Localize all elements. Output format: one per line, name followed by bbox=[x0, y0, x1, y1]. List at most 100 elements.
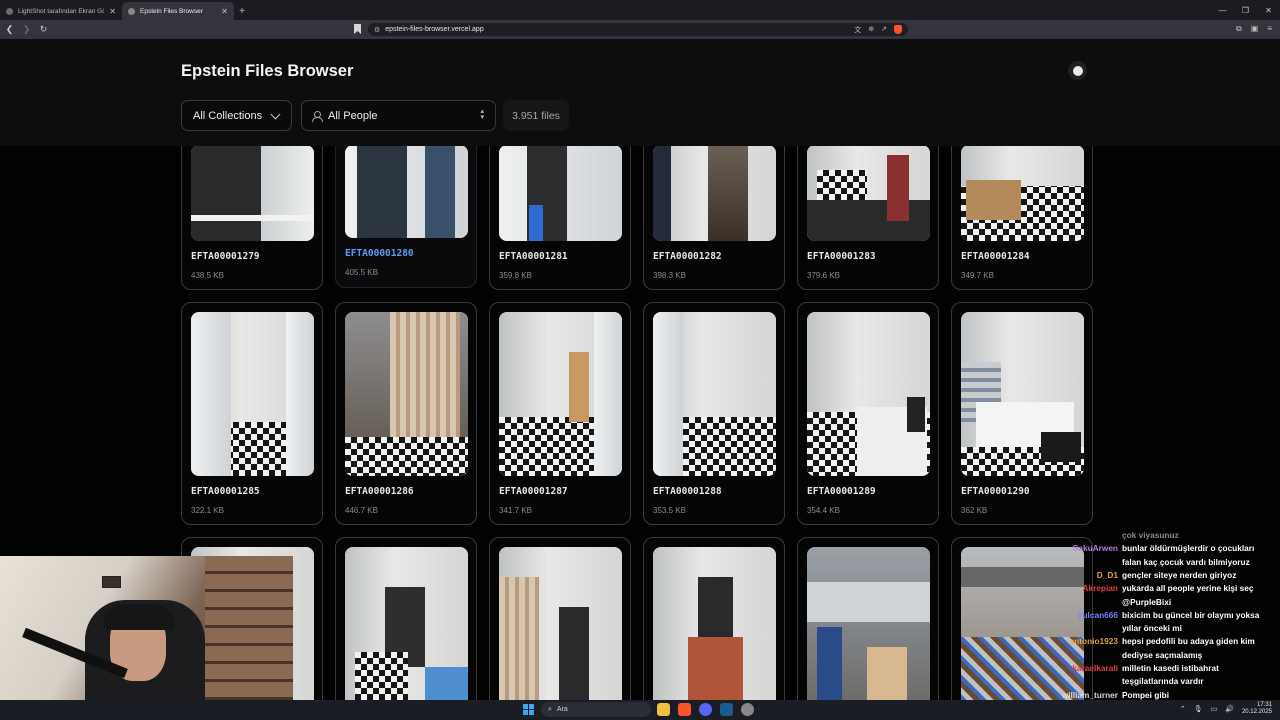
windows-start-icon[interactable] bbox=[523, 704, 534, 715]
chat-message: @PurpleBixi bbox=[1118, 597, 1280, 607]
brave-browser-icon[interactable] bbox=[678, 703, 691, 716]
bookmark-icon[interactable] bbox=[354, 24, 361, 34]
file-card[interactable] bbox=[643, 537, 785, 700]
tab-lightshot[interactable]: LightShot tarafından Ekran Görüntü ✕ bbox=[0, 2, 122, 20]
reload-icon[interactable]: ↻ bbox=[36, 22, 51, 37]
restore-icon[interactable]: ❐ bbox=[1234, 0, 1257, 20]
chat-text: yukarda all people yerine kişi seç bbox=[1122, 583, 1254, 594]
window-controls: — ❐ ✕ bbox=[1211, 0, 1280, 20]
tray-chevron-icon[interactable]: ⌃ bbox=[1180, 705, 1186, 713]
file-card[interactable]: EFTA00001288 353.5 KB bbox=[643, 302, 785, 525]
streamer-cap bbox=[103, 604, 175, 630]
file-size: 362 KB bbox=[961, 506, 988, 515]
menu-icon[interactable]: ≡ bbox=[1267, 24, 1272, 34]
file-size: 359.8 KB bbox=[499, 271, 532, 280]
tab-title: LightShot tarafından Ekran Görüntü bbox=[18, 7, 105, 15]
close-window-icon[interactable]: ✕ bbox=[1257, 0, 1280, 20]
file-thumbnail bbox=[807, 312, 930, 476]
chat-username: william_turner bbox=[1061, 689, 1118, 700]
chat-message: Akrepian yukarda all people yerine kişi s… bbox=[1082, 583, 1280, 593]
file-card[interactable] bbox=[335, 537, 477, 700]
file-thumbnail bbox=[499, 312, 622, 476]
mic-icon[interactable]: 🎙 bbox=[1194, 705, 1203, 713]
chat-text: hepsi pedofili bu adaya giden kim bbox=[1122, 636, 1255, 647]
file-count-badge: 3.951 files bbox=[503, 100, 569, 131]
taskbar-search[interactable]: ⌕ Ara bbox=[541, 702, 651, 717]
file-size: 354.4 KB bbox=[807, 506, 840, 515]
share-icon[interactable]: ↗ bbox=[881, 25, 887, 35]
chat-message: antonio1923 hepsi pedofili bu adaya giden… bbox=[1070, 636, 1280, 646]
tab-epstein-files[interactable]: Epstein Files Browser ✕ bbox=[122, 2, 234, 20]
translate-icon[interactable]: 文 bbox=[854, 25, 861, 35]
site-settings-icon[interactable]: ⚙ bbox=[374, 26, 380, 34]
file-size: 353.5 KB bbox=[653, 506, 686, 515]
steam-icon[interactable] bbox=[720, 703, 733, 716]
volume-icon[interactable]: 🔊 bbox=[1225, 705, 1234, 713]
bookshelf bbox=[205, 556, 293, 700]
address-bar[interactable]: ⚙ epstein-files-browser.vercel.app 文 ⊕ ↗ bbox=[368, 23, 908, 36]
file-card[interactable]: EFTA00001286 446.7 KB bbox=[335, 302, 477, 525]
file-explorer-icon[interactable] bbox=[657, 703, 670, 716]
file-thumbnail bbox=[961, 145, 1084, 241]
chat-message: teşgilatlarında vardır bbox=[1118, 676, 1280, 686]
search-icon: ⌕ bbox=[548, 705, 552, 713]
chat-username: antonio1923 bbox=[1069, 636, 1118, 647]
back-icon[interactable]: ❮ bbox=[2, 22, 17, 37]
chevron-down-icon bbox=[270, 109, 281, 120]
chat-username: Akrepian bbox=[1082, 583, 1118, 594]
obs-icon[interactable] bbox=[741, 703, 754, 716]
file-thumbnail bbox=[345, 547, 468, 700]
webcam-overlay bbox=[0, 556, 293, 700]
file-card[interactable]: EFTA00001287 341.7 KB bbox=[489, 302, 631, 525]
close-icon[interactable]: ✕ bbox=[109, 7, 116, 16]
extensions-icon[interactable]: ⧉ bbox=[1236, 24, 1242, 34]
wall-picture bbox=[102, 576, 121, 588]
collections-select-value: All Collections bbox=[193, 109, 263, 122]
browser-toolbar: ❮ ❯ ↻ ⚙ epstein-files-browser.vercel.app… bbox=[0, 20, 1280, 39]
file-card[interactable]: EFTA00001290 362 KB bbox=[951, 302, 1093, 525]
zoom-icon[interactable]: ⊕ bbox=[868, 25, 874, 35]
file-name: EFTA00001279 bbox=[191, 251, 260, 262]
file-thumbnail bbox=[653, 312, 776, 476]
chat-text: bunlar öldürmüşlerdir o çocukları bbox=[1122, 543, 1255, 554]
people-select[interactable]: All People ▴ ▾ bbox=[301, 100, 496, 131]
discord-icon[interactable] bbox=[699, 703, 712, 716]
brave-shield-icon[interactable] bbox=[894, 25, 902, 34]
minimize-icon[interactable]: — bbox=[1211, 0, 1234, 20]
file-name: EFTA00001282 bbox=[653, 251, 722, 262]
close-icon[interactable]: ✕ bbox=[221, 7, 228, 16]
file-thumbnail bbox=[345, 145, 468, 238]
file-size: 438.5 KB bbox=[191, 271, 224, 280]
github-icon[interactable] bbox=[1068, 61, 1087, 80]
file-card[interactable]: EFTA00001285 322.1 KB bbox=[181, 302, 323, 525]
url-text: epstein-files-browser.vercel.app bbox=[385, 26, 484, 33]
file-thumbnail bbox=[807, 145, 930, 241]
chat-message: dediyse saçmalamış bbox=[1118, 650, 1280, 660]
file-name: EFTA00001281 bbox=[499, 251, 568, 262]
chat-username: karaelkarali bbox=[1072, 663, 1118, 673]
clock[interactable]: 17:31 20.12.2025 bbox=[1242, 702, 1272, 716]
new-tab-button[interactable]: + bbox=[234, 2, 250, 20]
file-thumbnail bbox=[653, 547, 776, 700]
chat-username: Vulcan666 bbox=[1077, 609, 1118, 620]
chat-message: Vulcan666 bixicim bu güncel bir olaymı yo… bbox=[1077, 610, 1280, 620]
chat-text: yıllar önceki mi bbox=[1122, 623, 1182, 634]
chat-message: D_D1 gençler siteye nerden giriyoz bbox=[1097, 570, 1280, 580]
file-card[interactable]: EFTA00001289 354.4 KB bbox=[797, 302, 939, 525]
page-title: Epstein Files Browser bbox=[181, 62, 354, 80]
lightshot-favicon-icon bbox=[6, 7, 13, 15]
file-card[interactable] bbox=[797, 537, 939, 700]
chat-message: falan kaç çocuk vardı bilmiyoruz bbox=[1118, 557, 1280, 567]
file-name: EFTA00001287 bbox=[499, 486, 568, 497]
collections-select[interactable]: All Collections bbox=[181, 100, 292, 131]
file-name: EFTA00001283 bbox=[807, 251, 876, 262]
file-name: EFTA00001285 bbox=[191, 486, 260, 497]
chat-message: çok viyasunuz bbox=[1118, 530, 1280, 540]
file-name: EFTA00001280 bbox=[345, 248, 414, 259]
wallet-icon[interactable]: ▣ bbox=[1251, 24, 1259, 34]
file-card[interactable] bbox=[489, 537, 631, 700]
file-card[interactable] bbox=[951, 537, 1093, 700]
system-tray: ⌃ 🎙 ▭ 🔊 17:31 20.12.2025 bbox=[1180, 702, 1272, 716]
network-icon[interactable]: ▭ bbox=[1211, 705, 1218, 713]
forward-icon[interactable]: ❯ bbox=[19, 22, 34, 37]
